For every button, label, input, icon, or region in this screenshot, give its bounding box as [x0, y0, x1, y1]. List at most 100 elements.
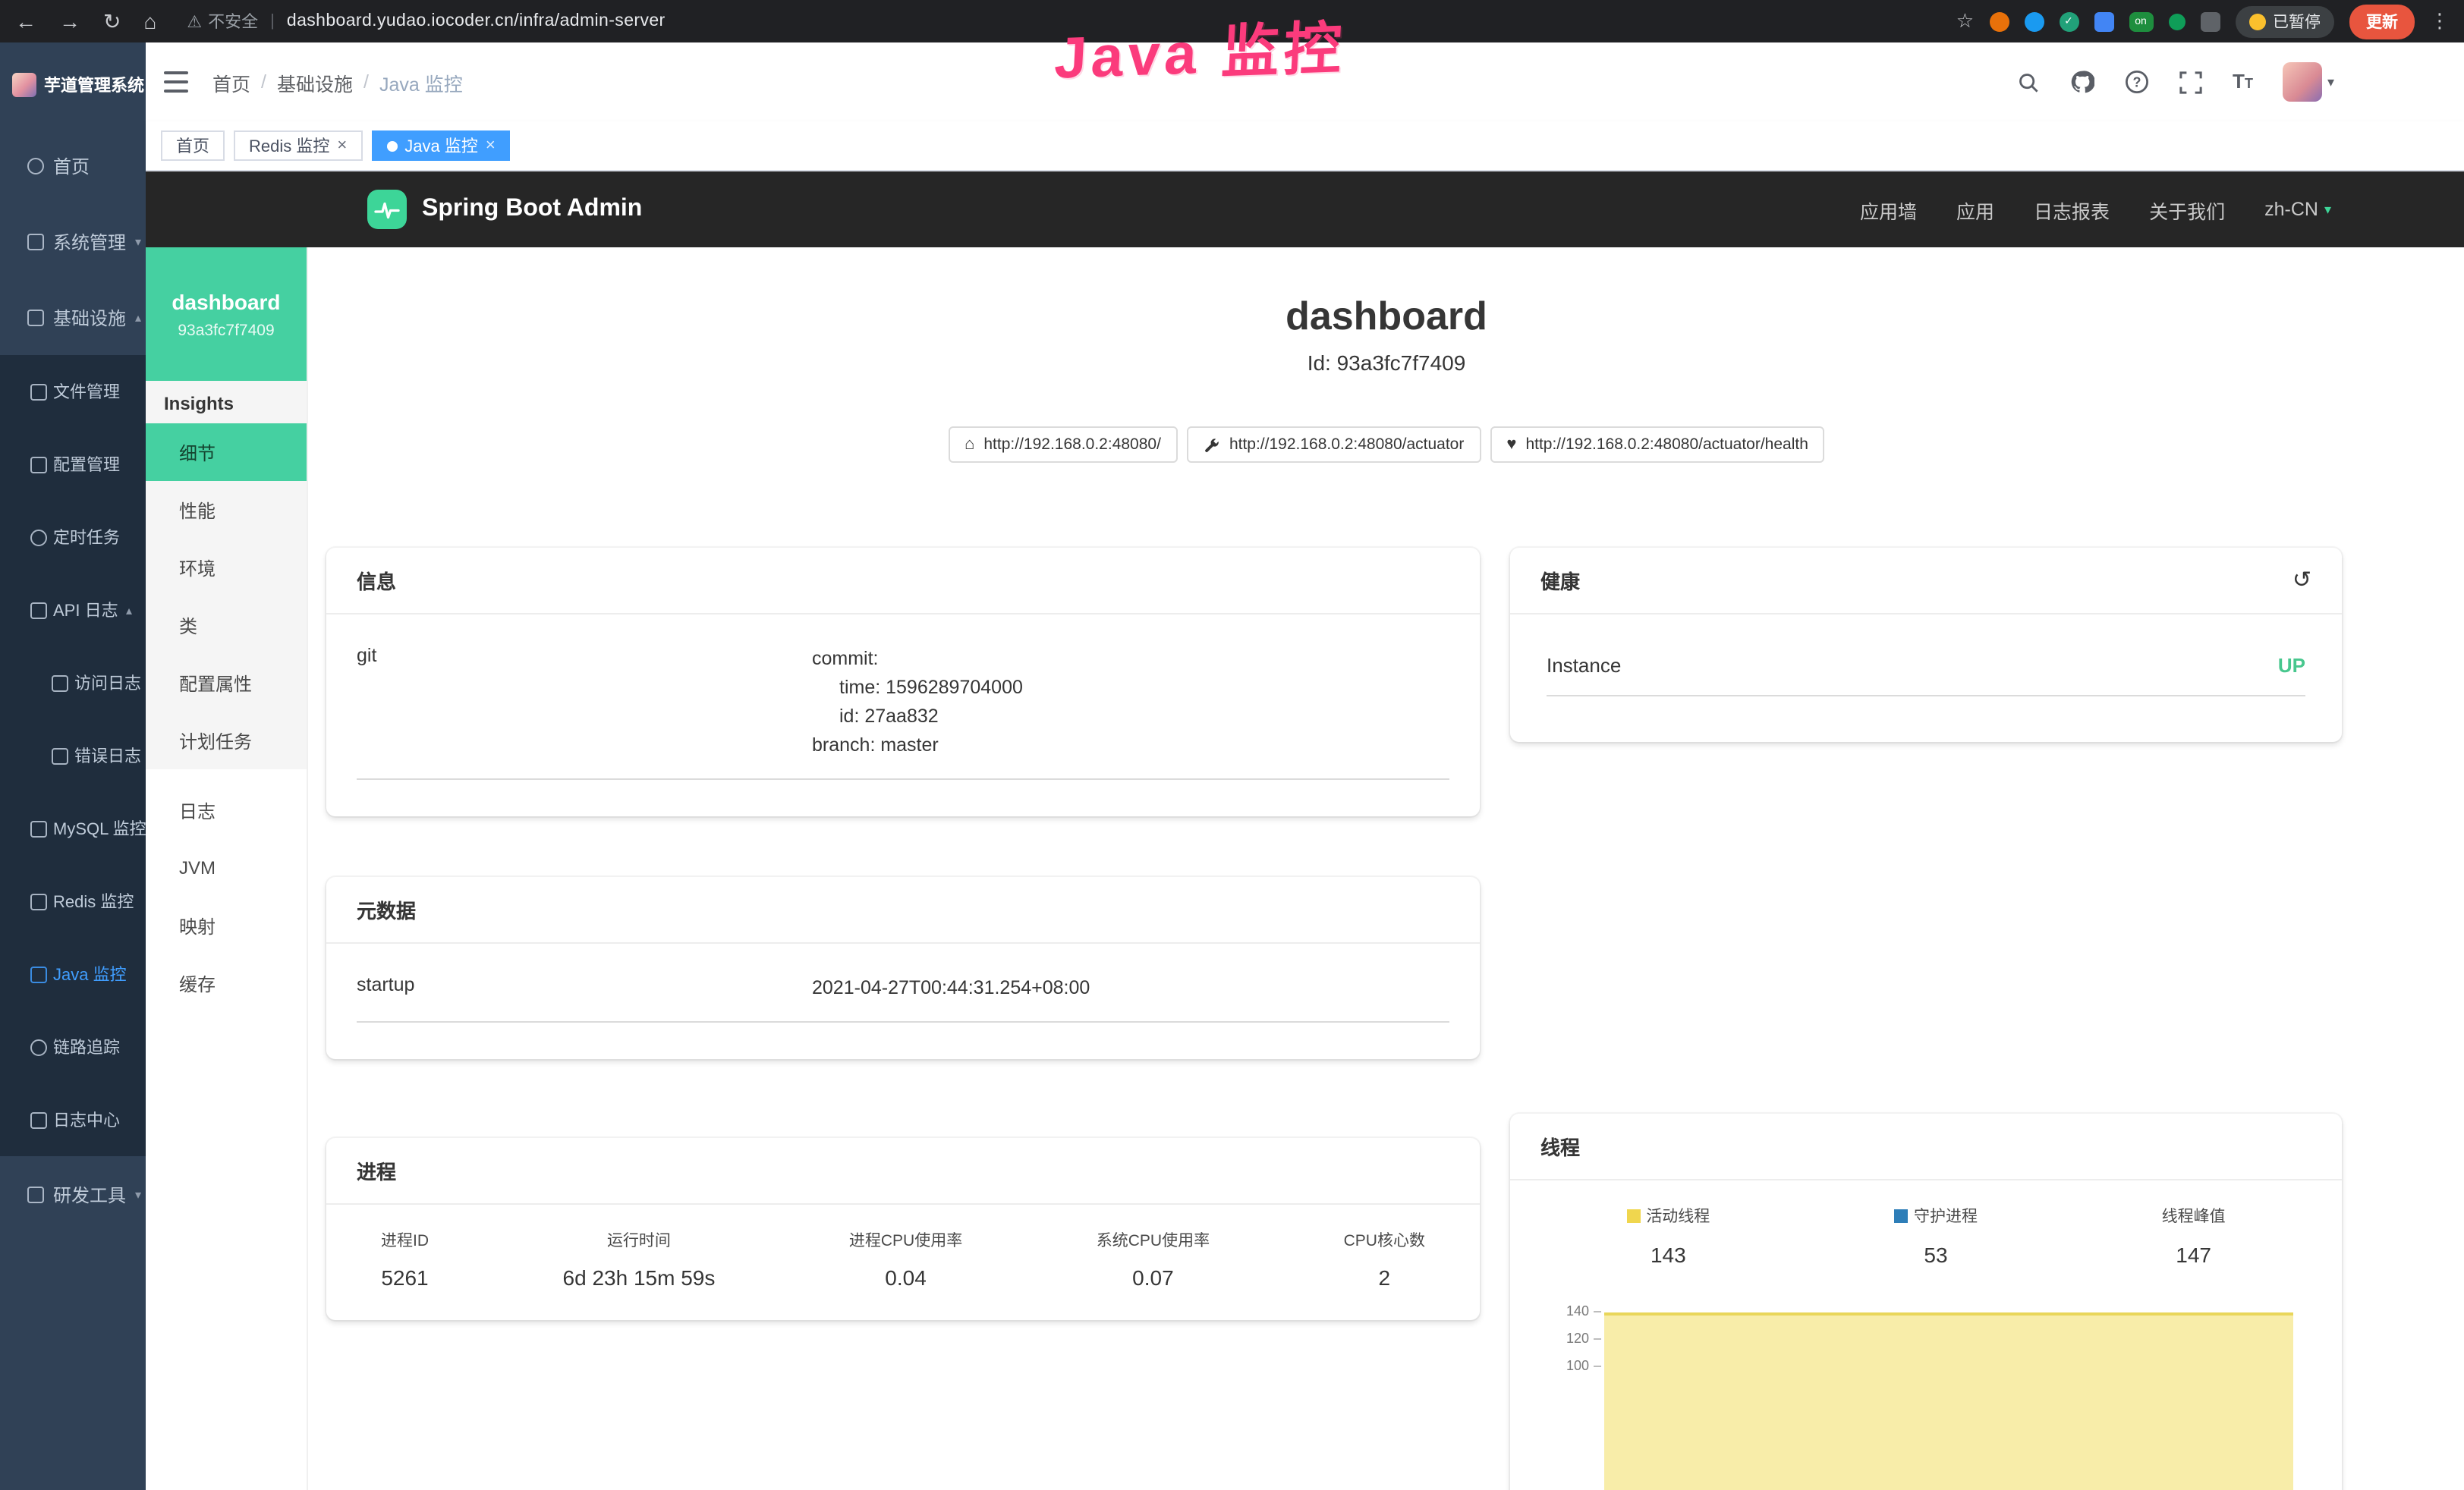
sba-detail-view: dashboard Id: 93a3fc7f7409 ⌂ http://192.…	[308, 247, 2464, 1490]
sidebar-item-redis-monitor[interactable]: Redis 监控	[0, 865, 146, 938]
sidebar-item-system-management[interactable]: 系统管理 ▾	[0, 203, 146, 279]
breadcrumb-infrastructure[interactable]: 基础设施	[277, 68, 353, 96]
sba-menu-scheduled-tasks[interactable]: 计划任务	[146, 712, 307, 769]
screen: ← → ↻ ⌂ ⚠不安全 | dashboard.yudao.iocoder.c…	[0, 0, 2464, 1490]
legend-live-threads: 活动线程 143	[1626, 1205, 1710, 1267]
sidebar-item-access-logs[interactable]: 访问日志	[0, 646, 146, 719]
health-url-link[interactable]: ♥ http://192.168.0.2:48080/actuator/heal…	[1490, 426, 1825, 463]
sidebar-item-log-center[interactable]: 日志中心	[0, 1083, 146, 1156]
monitor-icon	[27, 309, 44, 325]
sidebar-item-dev-tools[interactable]: 研发工具 ▾	[0, 1156, 146, 1232]
git-time-line: time: 1596289704000	[812, 674, 1023, 703]
git-commit-line: commit:	[812, 645, 1023, 674]
home-icon[interactable]: ⌂	[143, 9, 156, 33]
forward-icon[interactable]: →	[59, 9, 80, 33]
fullscreen-icon[interactable]	[2179, 71, 2202, 93]
sidebar-item-config-management[interactable]: 配置管理	[0, 428, 146, 501]
sidebar-item-java-monitor[interactable]: Java 监控	[0, 938, 146, 1011]
sidebar-item-file-management[interactable]: 文件管理	[0, 355, 146, 428]
tab-home[interactable]: 首页	[161, 130, 225, 161]
avatar-caret-icon[interactable]: ▾	[2327, 74, 2334, 90]
sba-menu-config-props[interactable]: 配置属性	[146, 654, 307, 712]
sidebar-item-error-logs[interactable]: 错误日志	[0, 719, 146, 792]
leaf-extension-icon[interactable]	[2168, 13, 2185, 30]
sba-menu-metrics[interactable]: 性能	[146, 481, 307, 539]
bookmark-star-icon[interactable]: ☆	[1956, 9, 1974, 33]
puzzle-extension-icon[interactable]	[2200, 11, 2220, 31]
breadcrumb-home[interactable]: 首页	[212, 68, 250, 96]
health-card-header: 健康 ↺	[1510, 548, 2342, 615]
sba-nav-journal[interactable]: 日志报表	[2034, 195, 2110, 224]
process-card-body: 进程ID 5261 运行时间 6d 23h 15m 59s 进程CPU使用率	[326, 1205, 1480, 1320]
live-threads-swatch	[1626, 1209, 1640, 1223]
sidebar-item-trace[interactable]: 链路追踪	[0, 1011, 146, 1083]
tab-java-monitor[interactable]: Java 监控 ×	[371, 130, 510, 161]
sidebar-item-scheduled-tasks[interactable]: 定时任务	[0, 501, 146, 574]
sidebar-item-home[interactable]: 首页	[0, 127, 146, 203]
switch-on-extension-icon[interactable]: on	[2129, 11, 2153, 31]
tab-redis-monitor[interactable]: Redis 监控 ×	[234, 130, 362, 161]
ytick-120: 120	[1550, 1331, 1589, 1346]
breadcrumb: 首页 / 基础设施 / Java 监控	[212, 68, 463, 96]
info-card-body: git commit: time: 1596289704000 id: 27aa…	[326, 615, 1480, 816]
sba-nav-applications[interactable]: 应用	[1956, 195, 1994, 224]
warning-icon: ⚠	[187, 11, 202, 31]
tags-view-bar: 首页 Redis 监控 × Java 监控 ×	[146, 121, 2464, 171]
fox-extension-icon[interactable]	[1989, 11, 2009, 31]
github-icon[interactable]	[2070, 70, 2094, 94]
sba-menu-logs[interactable]: 日志	[146, 781, 307, 839]
search-icon[interactable]	[2017, 71, 2040, 93]
reload-icon[interactable]: ↻	[103, 8, 121, 34]
font-size-icon[interactable]: TT	[2233, 68, 2253, 96]
info-row-git: git commit: time: 1596289704000 id: 27aa…	[357, 645, 1449, 780]
threads-chart: 140 120 100	[1550, 1300, 2305, 1490]
ytick-100: 100	[1550, 1358, 1589, 1373]
profile-paused-badge[interactable]: 已暂停	[2235, 5, 2334, 37]
app-logo-avatar	[12, 73, 36, 97]
devtools-icon	[27, 1186, 44, 1202]
info-card: 信息 git commit: time: 1596289704000 id: 2	[326, 548, 1480, 816]
health-instance-row: Instance UP	[1547, 654, 2305, 696]
close-tab-icon[interactable]: ×	[337, 137, 347, 155]
live-threads-area-series	[1604, 1312, 2293, 1490]
back-icon[interactable]: ←	[15, 9, 36, 33]
sba-nav-wallboard[interactable]: 应用墙	[1860, 195, 1917, 224]
browser-update-button[interactable]: 更新	[2349, 4, 2415, 39]
dashboard-icon	[27, 157, 44, 174]
cpu-cores: CPU核心数 2	[1344, 1229, 1425, 1290]
sba-menu-details[interactable]: 细节	[146, 423, 307, 481]
sidebar-item-infrastructure[interactable]: 基础设施 ▴	[0, 279, 146, 355]
sba-menu-environment[interactable]: 环境	[146, 539, 307, 596]
sba-brand[interactable]: Spring Boot Admin	[367, 190, 642, 229]
topbar-icons: ? TT ▾	[2017, 62, 2334, 102]
sba-menu-jvm[interactable]: JVM	[146, 839, 307, 897]
sba-menu-classes[interactable]: 类	[146, 596, 307, 654]
service-url-link[interactable]: ⌂ http://192.168.0.2:48080/	[948, 426, 1178, 463]
sidebar-item-api-logs[interactable]: API 日志 ▴	[0, 574, 146, 646]
sba-menu-mappings[interactable]: 映射	[146, 897, 307, 954]
actuator-url-link[interactable]: http://192.168.0.2:48080/actuator	[1187, 426, 1481, 463]
sidebar-item-mysql-monitor[interactable]: MySQL 监控	[0, 792, 146, 865]
instance-id: 93a3fc7f7409	[178, 321, 274, 339]
address-bar[interactable]: ⚠不安全 | dashboard.yudao.iocoder.cn/infra/…	[187, 9, 1956, 33]
user-avatar[interactable]	[2283, 62, 2323, 102]
check-extension-icon[interactable]: ✓	[2059, 11, 2079, 31]
hamburger-icon[interactable]	[164, 71, 188, 93]
chevron-down-icon: ▾	[2324, 201, 2331, 218]
sba-nav-about[interactable]: 关于我们	[2149, 195, 2225, 224]
api-log-icon	[30, 602, 47, 618]
app-logo[interactable]: 芋道管理系统	[0, 42, 146, 127]
browser-menu-icon[interactable]: ⋮	[2430, 9, 2450, 33]
mysql-icon	[30, 820, 47, 837]
app-title: 芋道管理系统	[44, 73, 144, 97]
locale-select[interactable]: zh-CN ▾	[2264, 199, 2331, 220]
system-cpu-usage: 系统CPU使用率 0.07	[1097, 1229, 1210, 1290]
grid-extension-icon[interactable]	[2094, 11, 2113, 31]
history-icon[interactable]: ↺	[2292, 569, 2311, 592]
browser-chrome: ← → ↻ ⌂ ⚠不安全 | dashboard.yudao.iocoder.c…	[0, 0, 2464, 42]
drop-extension-icon[interactable]	[2024, 11, 2044, 31]
close-tab-icon[interactable]: ×	[486, 137, 496, 155]
sba-menu-caches[interactable]: 缓存	[146, 954, 307, 1012]
security-warning[interactable]: ⚠不安全	[187, 9, 258, 33]
help-icon[interactable]: ?	[2125, 70, 2149, 94]
